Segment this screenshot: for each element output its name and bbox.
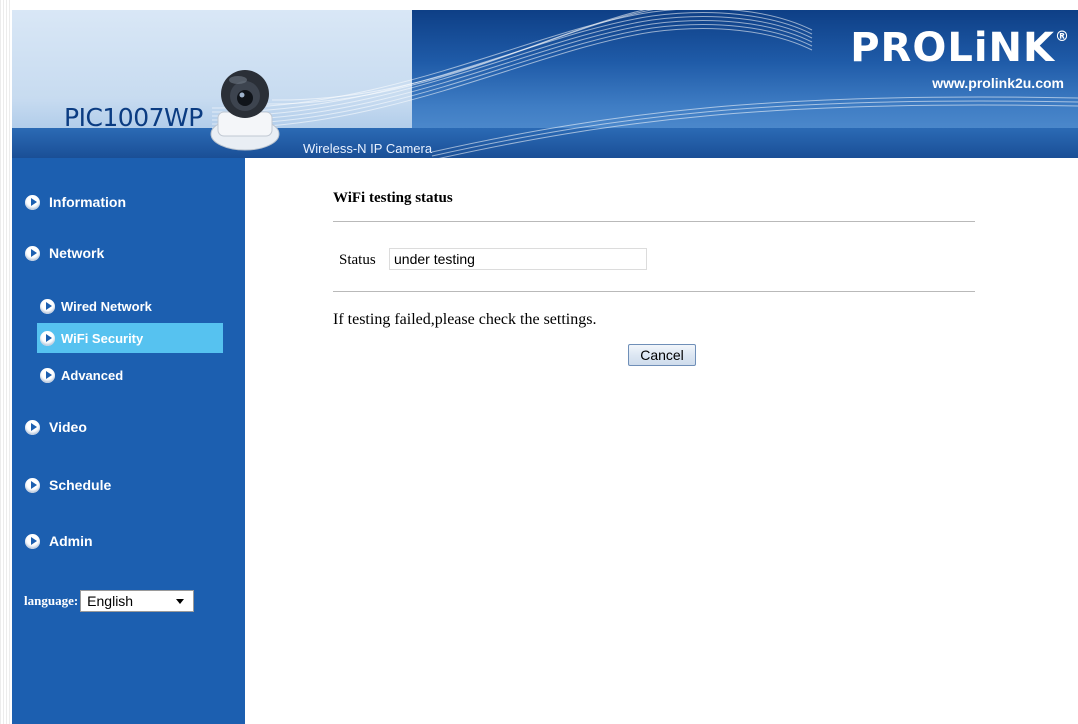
sidebar-item-schedule[interactable]: Schedule — [25, 474, 111, 496]
language-label: language: — [24, 593, 79, 608]
sidebar-item-label: Wired Network — [61, 298, 152, 314]
arrow-bullet-icon — [25, 533, 40, 549]
registered-mark: ® — [1055, 29, 1070, 45]
sidebar-item-label: Admin — [49, 533, 93, 549]
language-selector: language: English — [24, 590, 195, 612]
arrow-bullet-icon — [25, 419, 40, 435]
divider — [333, 291, 975, 292]
brand-logo: PROLiNK® — [850, 25, 1070, 71]
arrow-bullet-icon — [25, 194, 40, 210]
cancel-button[interactable]: Cancel — [628, 344, 696, 366]
ip-camera-icon — [210, 70, 280, 151]
sidebar: Information Network Wired Network WiFi S… — [12, 158, 245, 724]
help-message: If testing failed,please check the setti… — [333, 311, 597, 328]
status-field: under testing — [389, 248, 647, 270]
sidebar-item-label: Advanced — [61, 367, 124, 383]
sidebar-item-information[interactable]: Information — [25, 191, 126, 213]
header-banner: PIC1007WP Wireless-N IP Camera PROLiNK® … — [12, 10, 1078, 158]
sidebar-item-video[interactable]: Video — [25, 416, 87, 438]
brand-name: PROLiNK — [850, 25, 1055, 71]
sidebar-item-admin[interactable]: Admin — [25, 530, 93, 552]
arrow-bullet-icon — [40, 298, 55, 314]
tagline: Wireless-N IP Camera — [303, 141, 433, 156]
divider — [333, 221, 975, 222]
sidebar-item-network[interactable]: Network — [25, 242, 104, 264]
page-title: WiFi testing status — [333, 190, 453, 206]
page-edge — [0, 0, 12, 724]
sidebar-item-label: Information — [49, 194, 126, 210]
arrow-bullet-icon — [25, 245, 40, 261]
sidebar-item-label: Network — [49, 245, 105, 261]
dropdown-arrow-icon — [176, 599, 185, 604]
sidebar-item-label: Video — [49, 419, 87, 435]
language-dropdown[interactable]: English — [80, 590, 195, 612]
arrow-bullet-icon — [40, 367, 55, 383]
arrow-bullet-icon — [40, 330, 55, 346]
sidebar-item-wired-network[interactable]: Wired Network — [40, 296, 152, 316]
status-label: Status — [339, 252, 376, 268]
sidebar-item-label: Schedule — [49, 477, 112, 493]
model-name: PIC1007WP — [64, 103, 203, 132]
sidebar-item-wifi-security[interactable]: WiFi Security — [37, 323, 223, 353]
sidebar-item-advanced[interactable]: Advanced — [40, 365, 123, 385]
language-selected-value: English — [87, 593, 134, 609]
arrow-bullet-icon — [25, 477, 40, 493]
sidebar-item-label: WiFi Security — [61, 330, 144, 346]
brand-url: www.prolink2u.com — [932, 75, 1064, 91]
